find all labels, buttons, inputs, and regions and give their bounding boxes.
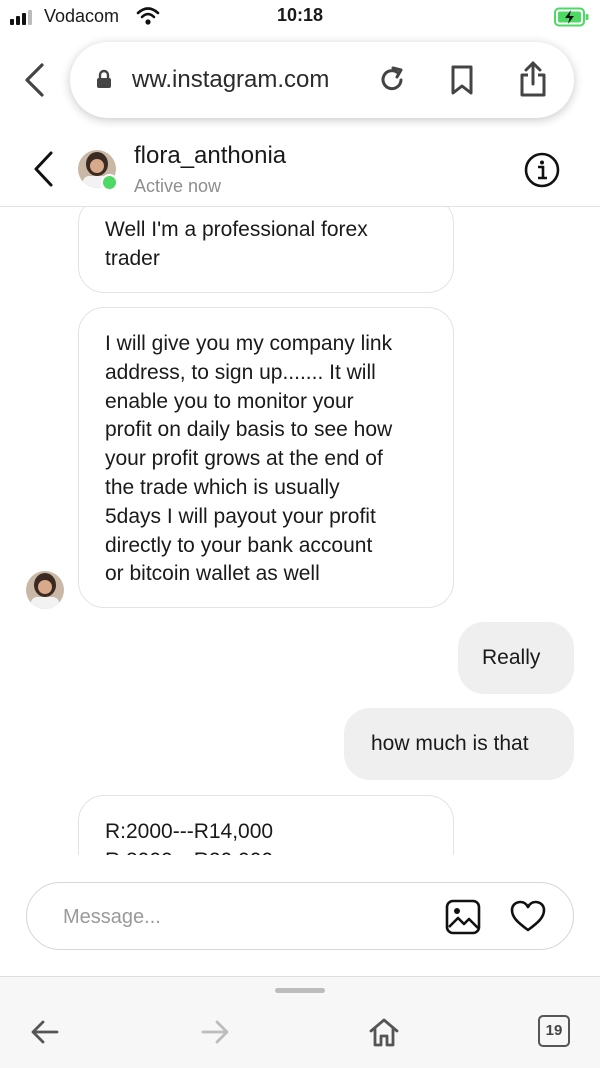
- online-status-dot: [101, 174, 118, 191]
- arrow-left-icon[interactable]: [30, 1019, 60, 1045]
- message-bubble-outgoing[interactable]: how much is that: [344, 708, 574, 780]
- image-icon[interactable]: [445, 899, 481, 935]
- drag-handle[interactable]: [275, 988, 325, 993]
- lock-icon: [97, 69, 111, 88]
- url-text[interactable]: ww.instagram.com: [132, 66, 329, 94]
- info-icon[interactable]: [524, 152, 560, 188]
- message-text: how much is that: [371, 732, 529, 755]
- chevron-left-icon[interactable]: [32, 150, 56, 188]
- status-time: 10:18: [276, 5, 324, 25]
- heart-icon[interactable]: [509, 899, 547, 933]
- share-icon[interactable]: [518, 60, 548, 98]
- browser-toolbar: 19: [0, 976, 600, 1068]
- arrow-right-icon[interactable]: [200, 1019, 230, 1045]
- message-text: Well I'm a professional forex trader: [105, 218, 368, 270]
- chat-header: flora_anthonia Active now: [0, 132, 600, 207]
- message-bubble-incoming[interactable]: R:2000---R14,000 R:3000---R20,000: [78, 795, 454, 855]
- bookmark-icon[interactable]: [449, 64, 475, 96]
- reload-icon[interactable]: [376, 64, 408, 96]
- battery-charging-icon: [554, 7, 589, 27]
- status-bar: Vodacom 10:18: [0, 0, 600, 34]
- message-text: I will give you my company link address,…: [105, 332, 393, 586]
- message-text: R:2000---R14,000 R:3000---R20,000: [105, 820, 274, 855]
- message-bubble-incoming[interactable]: I will give you my company link address,…: [78, 307, 454, 608]
- home-icon[interactable]: [368, 1017, 400, 1047]
- message-bubble-outgoing[interactable]: Really: [458, 622, 574, 694]
- avatar[interactable]: [26, 571, 64, 609]
- message-bubble-incoming[interactable]: Well I'm a professional forex trader: [78, 207, 454, 293]
- message-input[interactable]: [61, 897, 425, 937]
- tabs-icon[interactable]: 19: [538, 1015, 570, 1047]
- message-composer: [26, 882, 574, 950]
- message-text: Really: [482, 646, 541, 669]
- chat-username[interactable]: flora_anthonia: [134, 142, 286, 170]
- browser-back-button[interactable]: [20, 62, 50, 98]
- message-thread[interactable]: Well I'm a professional forex trader I w…: [0, 207, 600, 855]
- presence-status: Active now: [134, 176, 222, 196]
